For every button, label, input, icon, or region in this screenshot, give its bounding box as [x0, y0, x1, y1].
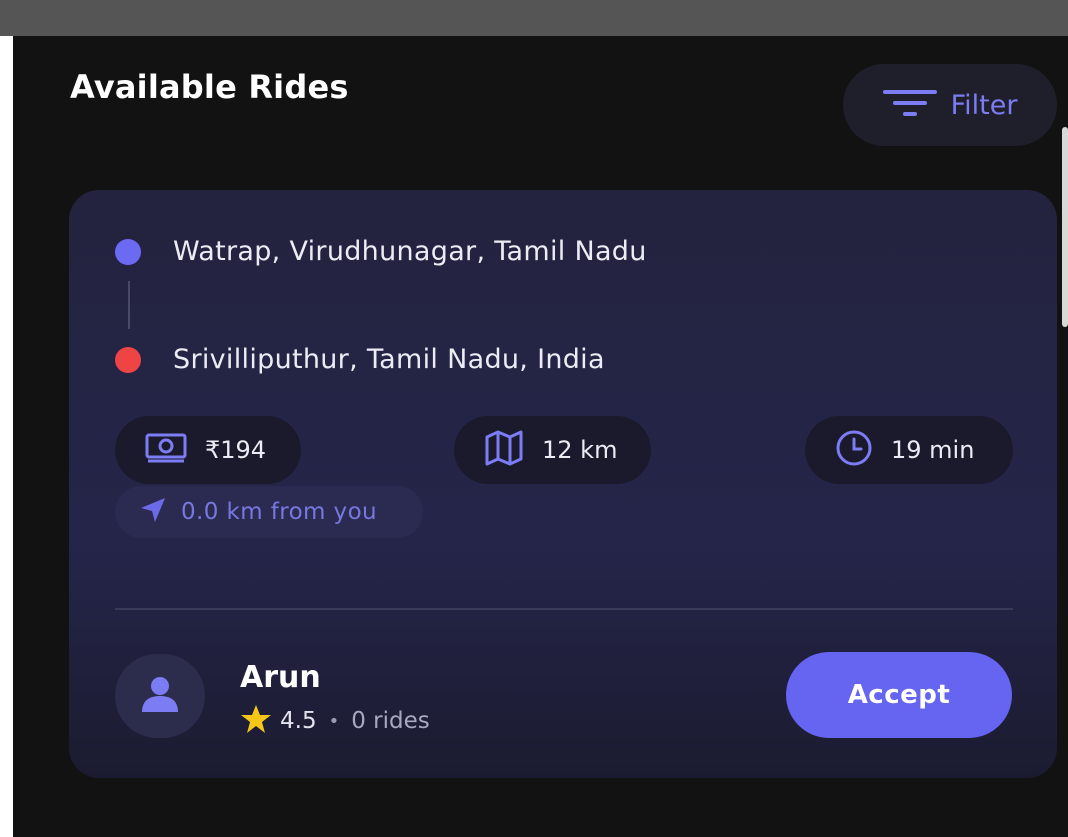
cash-icon	[145, 433, 187, 467]
dropoff-stop: Srivilliputhur, Tamil Nadu, India	[115, 344, 605, 375]
dropoff-dot-icon	[115, 346, 141, 373]
filter-label: Filter	[950, 89, 1018, 121]
navigation-arrow-icon	[139, 496, 167, 528]
page-title: Available Rides	[70, 68, 349, 106]
pickup-dot-icon	[115, 238, 141, 265]
accept-button[interactable]: Accept	[786, 652, 1012, 738]
driver-ride-count: 0 rides	[351, 708, 430, 734]
meta-separator: •	[328, 710, 340, 732]
route-connector	[128, 281, 130, 329]
driver-meta: 4.5 • 0 rides	[240, 704, 430, 738]
fare-value: ₹194	[205, 436, 267, 464]
ride-card: Watrap, Virudhunagar, Tamil Nadu Srivill…	[69, 190, 1057, 778]
star-icon	[240, 704, 272, 738]
filter-button[interactable]: Filter	[843, 64, 1057, 146]
filter-icon	[882, 86, 937, 124]
rides-screen: Available Rides Filter Watrap, Virudhuna…	[13, 36, 1068, 837]
dropoff-location: Srivilliputhur, Tamil Nadu, India	[173, 344, 605, 375]
avatar	[115, 654, 205, 738]
duration-value: 19 min	[891, 436, 975, 464]
distance-value: 12 km	[542, 436, 618, 464]
map-icon	[484, 430, 524, 470]
driver-rating: 4.5	[280, 708, 317, 734]
pickup-location: Watrap, Virudhunagar, Tamil Nadu	[173, 236, 647, 267]
proximity-chip: 0.0 km from you	[115, 486, 423, 538]
distance-chip: 12 km	[454, 416, 651, 484]
fare-chip: ₹194	[115, 416, 301, 484]
clock-icon	[835, 429, 873, 471]
proximity-text: 0.0 km from you	[181, 499, 378, 525]
card-divider	[115, 608, 1013, 610]
driver-name: Arun	[240, 660, 321, 695]
status-bar	[0, 0, 1068, 36]
pickup-stop: Watrap, Virudhunagar, Tamil Nadu	[115, 236, 647, 267]
scrollbar[interactable]	[1062, 127, 1068, 327]
user-icon	[140, 674, 180, 718]
duration-chip: 19 min	[805, 416, 1013, 484]
